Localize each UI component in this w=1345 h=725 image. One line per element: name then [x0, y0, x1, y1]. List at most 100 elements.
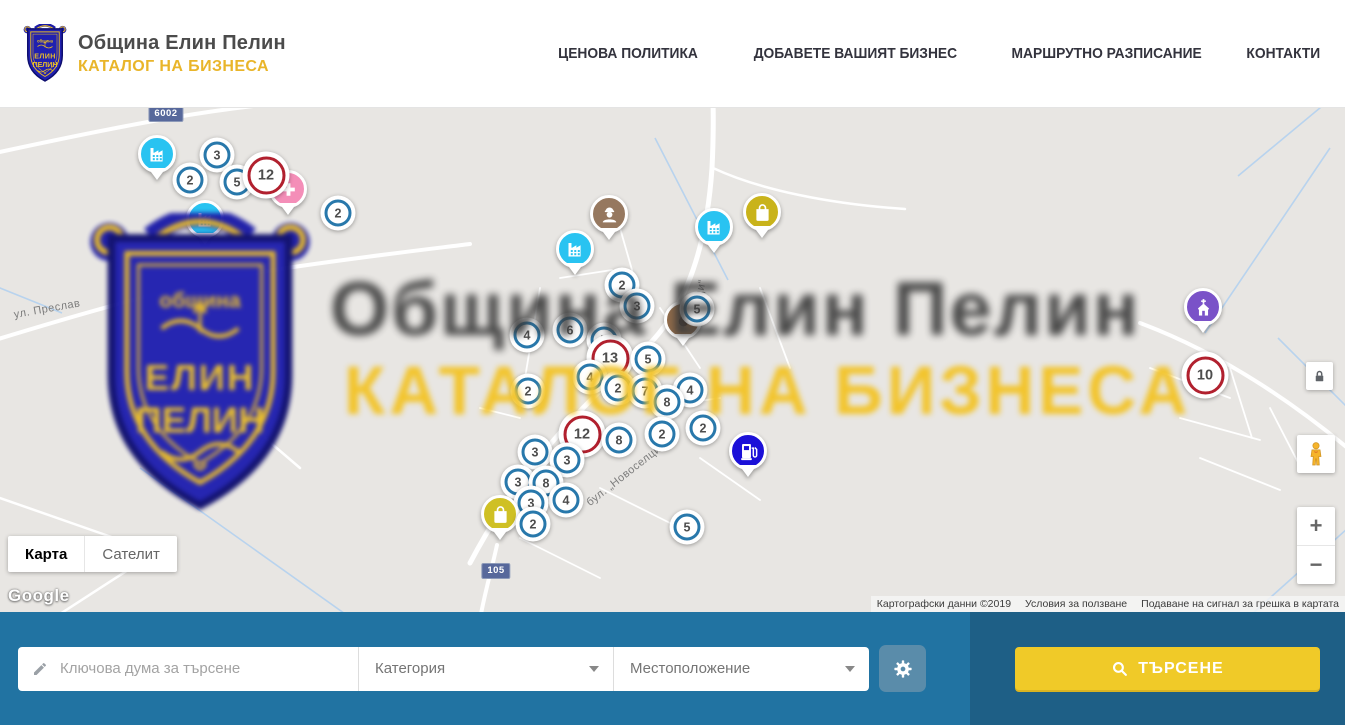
location-select[interactable]: Местоположение: [613, 647, 869, 691]
factory-marker[interactable]: [186, 200, 224, 238]
cluster-marker[interactable]: 2: [645, 417, 680, 452]
cluster-count: 2: [177, 167, 204, 194]
chevron-down-icon: [845, 666, 855, 672]
report-error-link[interactable]: Подаване на сигнал за грешка в картата: [1141, 598, 1339, 610]
cluster-marker[interactable]: 10: [1182, 352, 1229, 399]
cluster-marker[interactable]: 8: [602, 423, 637, 458]
zoom-out-button[interactable]: −: [1297, 546, 1335, 584]
lock-control[interactable]: [1306, 362, 1333, 390]
lock-icon: [1312, 369, 1327, 384]
cluster-count: 2: [649, 421, 676, 448]
advanced-filters-button[interactable]: [879, 645, 926, 692]
cluster-count: 4: [553, 487, 580, 514]
marker-tail: [674, 334, 692, 346]
factory-marker[interactable]: [695, 208, 733, 246]
bag-marker[interactable]: [743, 193, 781, 231]
brand-title: Община Елин Пелин: [78, 32, 286, 55]
marker-tail: [1194, 321, 1212, 333]
header: Община Елин Пелин КАТАЛОГ НА БИЗНЕСА ЦЕН…: [0, 0, 1345, 108]
marker-tail: [148, 168, 166, 180]
cluster-marker[interactable]: 2: [686, 411, 721, 446]
search-submit-button[interactable]: ТЪРСЕНЕ: [1015, 647, 1320, 690]
road-badge: 105: [481, 563, 510, 579]
map-attribution: Картографски данни ©2019 Условия за полз…: [871, 596, 1345, 612]
google-logo[interactable]: Google: [8, 586, 70, 606]
nav-item-add-business[interactable]: ДОБАВЕТЕ ВАШИЯТ БИЗНЕС: [754, 45, 957, 62]
cluster-count: 5: [674, 514, 701, 541]
brand-text: Община Елин Пелин КАТАЛОГ НА БИЗНЕСА: [78, 32, 286, 76]
category-select-value: Категория: [375, 660, 445, 677]
cluster-marker[interactable]: 2: [516, 507, 551, 542]
road-badge: 6002: [148, 108, 183, 122]
marker-tail: [491, 528, 509, 540]
location-select-value: Местоположение: [630, 660, 750, 677]
cluster-marker[interactable]: 5: [670, 510, 705, 545]
cluster-count: 12: [247, 156, 285, 194]
church-marker[interactable]: [1184, 288, 1222, 326]
bag-marker[interactable]: [481, 495, 519, 533]
marker-tail: [600, 228, 618, 240]
street-view-pegman-button[interactable]: [1297, 435, 1335, 473]
cluster-marker[interactable]: 5: [680, 292, 715, 327]
nav-item-route-schedule[interactable]: МАРШРУТНО РАЗПИСАНИЕ: [1012, 45, 1202, 62]
pencil-icon: [32, 661, 48, 677]
cluster-count: 5: [635, 346, 662, 373]
factory-marker[interactable]: [556, 230, 594, 268]
municipality-crest-icon: [22, 24, 68, 84]
cluster-count: 2: [515, 378, 542, 405]
search-icon: [1111, 660, 1128, 677]
map-type-control: Карта Сателит: [8, 536, 177, 572]
attribution-copyright: Картографски данни ©2019: [877, 598, 1011, 610]
worker-marker[interactable]: [590, 195, 628, 233]
map-type-satellite-button[interactable]: Сателит: [84, 536, 177, 572]
marker-tail: [196, 233, 214, 245]
marker-tail: [705, 241, 723, 253]
nav-item-pricing[interactable]: ЦЕНОВА ПОЛИТИКА: [558, 45, 698, 62]
pegman-icon: [1305, 441, 1327, 467]
brand-logo[interactable]: Община Елин Пелин КАТАЛОГ НА БИЗНЕСА: [22, 24, 286, 84]
map-canvas[interactable]: Община Елин Пелин КАТАЛОГ НА БИЗНЕСА Кар…: [0, 108, 1345, 612]
category-select[interactable]: Категория: [358, 647, 613, 691]
zoom-in-button[interactable]: +: [1297, 507, 1335, 546]
cluster-count: 2: [520, 511, 547, 538]
main-nav: ЦЕНОВА ПОЛИТИКА ДОБАВЕТЕ ВАШИЯТ БИЗНЕС МАР…: [546, 45, 1320, 62]
cluster-marker[interactable]: 2: [511, 374, 546, 409]
cluster-marker[interactable]: 8: [650, 385, 685, 420]
cluster-marker[interactable]: 4: [510, 318, 545, 353]
cluster-marker[interactable]: 4: [549, 483, 584, 518]
cluster-count: 8: [654, 389, 681, 416]
cluster-marker[interactable]: 2: [173, 163, 208, 198]
cluster-count: 3: [204, 142, 231, 169]
chevron-down-icon: [589, 666, 599, 672]
zoom-control: + −: [1297, 507, 1335, 584]
search-input[interactable]: [60, 660, 346, 677]
cluster-marker[interactable]: 2: [321, 196, 356, 231]
factory-marker[interactable]: [138, 135, 176, 173]
cluster-marker[interactable]: 6: [553, 313, 588, 348]
marker-tail: [753, 226, 771, 238]
cluster-marker[interactable]: 12: [243, 152, 290, 199]
keyword-field[interactable]: [18, 647, 358, 691]
marker-tail: [739, 465, 757, 477]
cluster-count: 4: [514, 322, 541, 349]
terms-link[interactable]: Условия за ползване: [1025, 598, 1127, 610]
nav-item-contacts[interactable]: КОНТАКТИ: [1246, 45, 1320, 62]
cluster-count: 4: [577, 364, 604, 391]
cluster-marker[interactable]: 3: [620, 289, 655, 324]
search-bar: Категория Местоположение: [0, 612, 1345, 725]
search-submit-label: ТЪРСЕНЕ: [1138, 660, 1223, 678]
search-panel: Категория Местоположение: [0, 612, 970, 725]
cluster-count: 8: [606, 427, 633, 454]
cluster-count: 10: [1186, 356, 1224, 394]
brand-subtitle: КАТАЛОГ НА БИЗНЕСА: [78, 58, 286, 76]
search-fields: Категория Местоположение: [18, 647, 869, 691]
map-type-map-button[interactable]: Карта: [8, 536, 84, 572]
cluster-count: 3: [624, 293, 651, 320]
cluster-count: 2: [690, 415, 717, 442]
fuel-marker[interactable]: [729, 432, 767, 470]
cluster-count: 6: [557, 317, 584, 344]
marker-tail: [279, 203, 297, 215]
cluster-count: 5: [684, 296, 711, 323]
cluster-count: 2: [325, 200, 352, 227]
cluster-marker[interactable]: 5: [631, 342, 666, 377]
